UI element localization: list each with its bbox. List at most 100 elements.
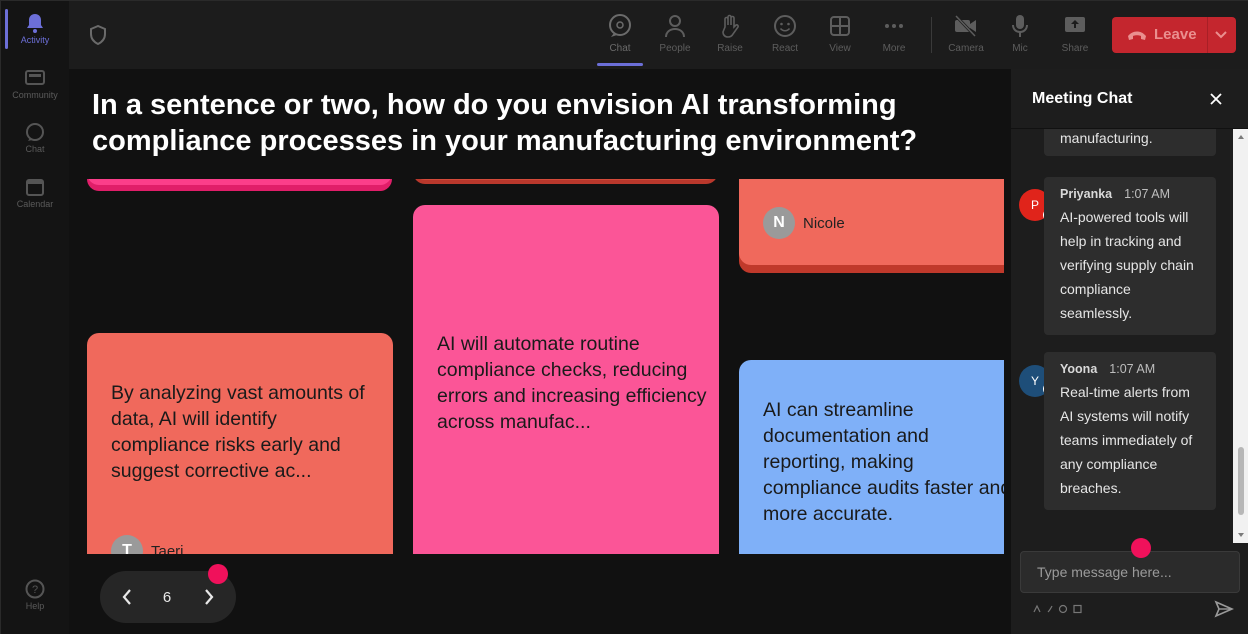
hand-icon (722, 14, 739, 38)
scrollbar-thumb[interactable] (1238, 447, 1244, 515)
message-author: Yoona (1060, 362, 1098, 376)
card-author: N Nicole (763, 207, 845, 239)
response-card-blue[interactable]: AI can streamline documentation and repo… (739, 360, 1004, 554)
cursor-marker (1131, 538, 1151, 558)
message-compose-box[interactable] (1020, 551, 1240, 593)
card-text: AI will automate routine compliance chec… (437, 333, 707, 433)
toolbar-people-button[interactable]: People (650, 11, 700, 63)
hang-up-icon (1128, 31, 1146, 40)
rail-item-calendar[interactable]: Calendar (1, 177, 69, 209)
chat-message-partial: manufacturing. (1044, 129, 1216, 156)
chat-message-list[interactable]: manufacturing. P Priyanka 1:07 AM AI-powe… (1011, 129, 1233, 543)
toolbar-label: Camera (948, 43, 984, 54)
scroll-up-icon[interactable] (1237, 133, 1245, 141)
toolbar-mic-button[interactable]: Mic (995, 11, 1045, 63)
bell-icon (27, 14, 43, 33)
response-card-partial-top (87, 179, 392, 185)
page-number: 6 (162, 589, 172, 606)
avatar-initial: Y (1030, 374, 1039, 388)
avatar: T (111, 535, 143, 554)
share-screen-icon (1065, 17, 1085, 32)
rail-item-activity[interactable]: Activity (1, 13, 69, 45)
toolbar-view-button[interactable]: View (815, 11, 865, 63)
toolbar-label: React (771, 43, 799, 54)
people-icon (665, 15, 685, 38)
avatar-initial: P (1030, 198, 1039, 212)
toolbar-divider (931, 17, 932, 53)
rail-label: Calendar (16, 199, 54, 209)
chat-scrollbar[interactable] (1233, 129, 1248, 543)
camera-off-icon (954, 14, 977, 38)
card-author: T Taeri (111, 535, 184, 554)
chat-title: Meeting Chat (1032, 90, 1133, 107)
community-icon (25, 70, 45, 85)
meeting-chat-panel: Meeting Chat manufacturing. P Priyanka 1:… (1011, 69, 1248, 634)
leave-separator (1207, 17, 1208, 53)
toolbar-more-button[interactable]: More (869, 11, 919, 63)
scroll-down-icon[interactable] (1237, 531, 1245, 539)
rail-item-chat[interactable]: Chat (1, 122, 69, 154)
question-title: In a sentence or two, how do you envisio… (92, 89, 918, 157)
active-tab-indicator (597, 63, 643, 66)
rail-label: Community (12, 90, 58, 100)
microphone-icon (1012, 15, 1028, 37)
avatar: N (763, 207, 795, 239)
calendar-icon (26, 179, 44, 196)
toolbar-label: People (659, 43, 691, 54)
meeting-toolbar: Chat People Raise React View More Camera (69, 1, 1248, 69)
toolbar-chat-button[interactable]: Chat (595, 11, 645, 63)
response-board: N Nicole AI will automate routine compli… (69, 179, 1004, 554)
card-text: AI can streamline documentation and repo… (763, 399, 1004, 525)
chevron-down-icon[interactable] (1214, 29, 1228, 41)
message-input[interactable] (1021, 552, 1239, 592)
rail-item-help[interactable]: ? Help (1, 579, 69, 611)
toolbar-label: Share (1061, 43, 1089, 54)
rail-label: Activity (20, 35, 50, 45)
chat-message: Priyanka 1:07 AM AI-powered tools will he… (1044, 177, 1216, 335)
toolbar-label: Chat (609, 43, 631, 54)
toolbar-label: Mic (1012, 43, 1028, 54)
rail-label: Help (25, 601, 45, 611)
response-card-partial-top (413, 179, 718, 180)
smiley-icon (774, 15, 796, 37)
toolbar-label: Raise (717, 43, 743, 54)
help-icon: ? (25, 579, 45, 599)
message-text: manufacturing. (1060, 130, 1153, 146)
rail-label: Chat (25, 144, 45, 154)
chat-bubble-icon (609, 14, 631, 37)
message-text: Real-time alerts from AI systems will no… (1060, 384, 1193, 496)
shield-icon[interactable] (89, 25, 107, 45)
response-card-nicole[interactable]: N Nicole (739, 179, 1004, 265)
more-dots-icon (885, 24, 903, 28)
message-time: 1:07 AM (1124, 187, 1170, 201)
toolbar-react-button[interactable]: React (760, 11, 810, 63)
chat-message: Yoona 1:07 AM Real-time alerts from AI sy… (1044, 352, 1216, 510)
toolbar-share-button[interactable]: Share (1050, 11, 1100, 63)
toolbar-label: View (829, 43, 851, 54)
svg-text:?: ? (32, 584, 38, 596)
toolbar-raise-button[interactable]: Raise (705, 11, 755, 63)
close-icon[interactable] (1208, 91, 1224, 107)
response-card-pink[interactable]: AI will automate routine compliance chec… (413, 205, 719, 554)
rail-item-community[interactable]: Community (1, 68, 69, 100)
message-text: AI-powered tools will help in tracking a… (1060, 209, 1194, 321)
chat-icon (26, 123, 44, 141)
author-name: Nicole (803, 214, 845, 232)
leave-label: Leave (1154, 26, 1197, 43)
grid-view-icon (830, 16, 850, 36)
presentation-stage: In a sentence or two, how do you envisio… (69, 69, 1011, 634)
toolbar-camera-button[interactable]: Camera (941, 11, 991, 63)
author-name: Taeri (151, 542, 184, 555)
meeting-window: Activity Community Chat Calendar ? Help … (0, 0, 1248, 634)
left-rail: Activity Community Chat Calendar ? Help (1, 1, 69, 634)
message-time: 1:07 AM (1109, 362, 1156, 376)
response-card-taeri[interactable]: By analyzing vast amounts of data, AI wi… (87, 333, 393, 554)
send-icon[interactable] (1214, 600, 1234, 618)
card-text: By analyzing vast amounts of data, AI wi… (111, 382, 365, 482)
formatting-icons[interactable] (1032, 604, 1092, 614)
message-author: Priyanka (1060, 187, 1113, 201)
chevron-left-icon[interactable] (118, 587, 136, 607)
leave-button[interactable]: Leave (1112, 17, 1236, 53)
chevron-right-icon[interactable] (200, 587, 218, 607)
toolbar-label: More (882, 43, 906, 54)
